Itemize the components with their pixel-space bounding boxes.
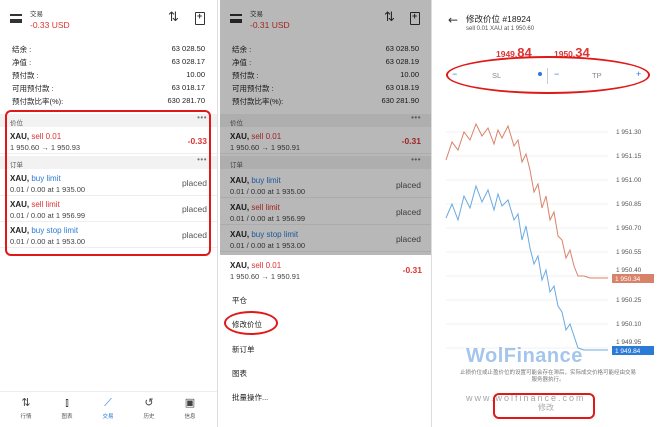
margin-row: 预付款 :10.00 [12,70,205,80]
back-arrow-icon[interactable]: ← [448,13,458,27]
highlight-oval [446,56,650,94]
swap-arrows-icon: ⇅ [21,396,31,409]
screen-title: 交易 [30,11,43,18]
trade-screen: 交易 -0.33 USD ⇅ 结余 :63 028.50 净值 :63 028.… [0,0,218,427]
free-margin-row: 可用预付款 :63 018.17 [12,83,205,93]
floating-pnl: -0.33 USD [30,20,70,30]
price-chart[interactable]: 1 951.30 1 951.15 1 951.00 1 950.85 1 95… [436,100,657,360]
top-bar: 交易 -0.33 USD ⇅ [0,0,217,38]
nav-charts[interactable]: ⫾ 图表 [50,396,84,420]
y-tick: 1 951.15 [616,153,642,160]
dim-overlay[interactable] [220,0,431,255]
position-summary: sell 0.01 XAU at 1 950.60 [466,26,535,32]
y-tick: 1 951.00 [616,177,642,184]
menu-new-order[interactable]: 新订单 [232,344,255,355]
sort-icon[interactable]: ⇅ [168,10,179,25]
bid-price-tag-label: 1 949.84 [615,348,641,355]
y-tick: 1 950.85 [616,201,642,208]
menu-bulk-operations[interactable]: 批量操作... [232,392,268,403]
chat-icon: ▣ [184,396,196,409]
margin-level-row: 预付款比率(%): 630 281.70 [12,96,205,106]
ask-price-tag-label: 1 950.34 [615,276,641,283]
y-tick: 1 949.95 [616,339,642,346]
ask-price-line [445,122,608,279]
context-menu: XAU, sell 0.01 1 950.60 → 1 950.91 -0.31… [220,255,431,427]
y-tick: 1 950.10 [616,321,642,328]
trend-line-icon: ⟋ [104,396,112,409]
y-tick: 1 950.70 [616,225,642,232]
menu-close-position[interactable]: 平仓 [232,295,247,306]
menu-chart[interactable]: 图表 [232,368,247,379]
highlight-box [493,393,595,419]
chart-grid [446,131,608,349]
nav-quotes[interactable]: ⇅ 行情 [9,396,43,420]
candles-icon: ⫾ [65,396,69,409]
y-tick: 1 950.55 [616,249,642,256]
page-title: 修改价位 #18924 [466,14,531,24]
y-tick: 1 951.30 [616,129,642,136]
history-icon: ↺ [144,396,154,409]
menu-icon[interactable] [10,14,22,23]
watermark-logo: WolFinance [466,345,583,367]
disclaimer-text: 止损价位或止盈价位的设置可能会存在滞后，实际成交价格可能经由交易服务器执行。 [459,370,636,383]
selected-position: XAU, sell 0.01 1 950.60 → 1 950.91 -0.31 [230,261,422,281]
y-axis-labels: 1 951.30 1 951.15 1 951.00 1 950.85 1 95… [616,129,642,346]
bottom-nav: ⇅ 行情 ⫾ 图表 ⟋ 交易 ↺ 历史 ▣ 信息 [0,391,217,427]
y-tick: 1 950.25 [616,297,642,304]
nav-history[interactable]: ↺ 历史 [132,396,166,420]
nav-messages[interactable]: ▣ 信息 [173,396,207,420]
modify-position-screen: ← 修改价位 #18924 sell 0.01 XAU at 1 950.60 … [436,0,657,427]
y-tick: 1 950.40 [616,267,642,274]
highlight-box [5,110,211,256]
nav-trade[interactable]: ⟋ 交易 [91,396,125,420]
balance-row: 结余 :63 028.50 [12,44,205,54]
equity-row: 净值 :63 028.17 [12,57,205,67]
highlight-oval [224,311,278,335]
new-order-icon[interactable] [195,11,205,25]
bid-price-line [445,184,608,351]
trade-context-menu-screen: 交易 -0.31 USD ⇅ 结余 :63 028.50 净值 :63 028.… [220,0,432,427]
